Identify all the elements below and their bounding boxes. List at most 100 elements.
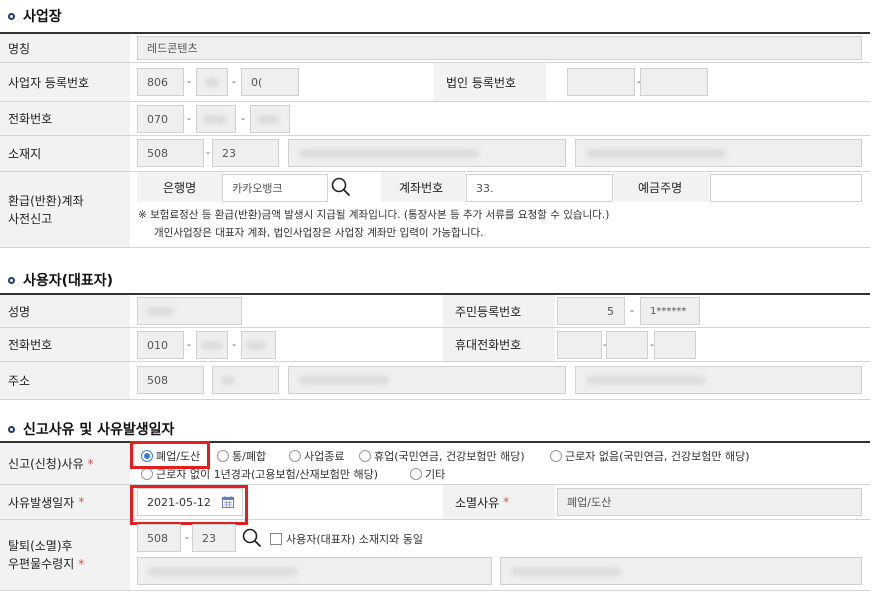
label-refund-account: 환급(반환)계좌 사전신고 xyxy=(0,172,130,247)
owner-name-field[interactable] xyxy=(137,297,242,325)
radio-icon[interactable] xyxy=(359,450,371,462)
mail-addr-line-field[interactable] xyxy=(137,557,492,585)
section-title-text: 신고사유 및 사유발생일자 xyxy=(23,422,175,438)
addr-detail-field[interactable] xyxy=(575,139,862,167)
radio-label: 휴업(국민연금, 건강보험만 해당) xyxy=(374,450,525,463)
label-mail-line2: 우편물수령지 xyxy=(8,557,75,571)
owner-phone-field-2[interactable] xyxy=(196,331,228,359)
radio-option-2[interactable]: 사업종료 xyxy=(289,448,344,464)
radio-option-4[interactable]: 근로자 없음(국민연금, 건강보험만 해당) xyxy=(550,448,750,464)
row-business-phone: 전화번호 070 - - xyxy=(0,102,870,136)
owner-addr-detail-field[interactable] xyxy=(575,366,862,394)
bullet-icon xyxy=(8,425,15,433)
radio-label: 기타 xyxy=(425,468,446,481)
mail-addr-detail-field[interactable] xyxy=(500,557,862,585)
owner-rrn-front[interactable]: 5 xyxy=(557,297,625,325)
regno-field-1[interactable]: 806 xyxy=(137,68,184,96)
phone-field-2[interactable] xyxy=(196,105,236,133)
addr-zip-field-1[interactable]: 508 xyxy=(137,139,204,167)
same-as-owner-checkbox[interactable]: 사용자(대표자) 소재지와 동일 xyxy=(270,531,423,547)
section-title-business: 사업장 xyxy=(8,6,62,26)
checkbox-icon[interactable] xyxy=(270,533,282,545)
same-as-owner-label: 사용자(대표자) 소재지와 동일 xyxy=(286,533,424,546)
owner-zip-field-1[interactable]: 508 xyxy=(137,366,204,394)
owner-mobile-field-3[interactable] xyxy=(654,331,696,359)
label-report-reason-text: 신고(신청)사유 xyxy=(8,457,84,471)
search-icon[interactable] xyxy=(330,176,352,198)
label-report-date: 사유발생일자 * xyxy=(0,485,130,519)
radio-icon[interactable] xyxy=(410,468,422,480)
radio-option-3[interactable]: 휴업(국민연금, 건강보험만 해당) xyxy=(359,448,525,464)
business-name-field[interactable]: 레드콘텐츠 xyxy=(137,36,862,60)
label-mail-line2-wrap: 우편물수령지 * xyxy=(8,557,85,571)
label-cancel-reason-text: 소멸사유 xyxy=(455,495,500,510)
owner-rrn-back[interactable]: 1****** xyxy=(640,297,700,325)
phone-field-3[interactable] xyxy=(250,105,290,133)
row-owner-name: 성명 주민등록번호 5 - 1****** xyxy=(0,295,870,328)
label-cancel-reason: 소멸사유 * xyxy=(443,485,555,519)
cancel-reason-field[interactable]: 폐업/도산 xyxy=(557,488,862,516)
label-refund-line1: 환급(반환)계좌 xyxy=(8,193,84,208)
radio-label: 근로자 없음(국민연금, 건강보험만 해당) xyxy=(565,450,750,463)
radio-icon[interactable] xyxy=(550,450,562,462)
bullet-icon xyxy=(8,12,15,20)
label-owner-address: 주소 xyxy=(0,362,130,399)
label-business-address: 소재지 xyxy=(0,136,130,171)
owner-mobile-field-2[interactable] xyxy=(606,331,648,359)
label-account-number: 계좌번호 xyxy=(381,172,465,202)
label-owner-rrn: 주민등록번호 xyxy=(443,295,555,327)
label-account-holder: 예금주명 xyxy=(614,172,709,202)
phone-field-1[interactable]: 070 xyxy=(137,105,184,133)
section-title-owner: 사용자(대표자) xyxy=(8,270,113,290)
owner-mobile-field-1[interactable] xyxy=(557,331,602,359)
mail-zip-field-2[interactable]: 23 xyxy=(192,524,236,552)
refund-notice-2: 개인사업장은 대표자 계좌, 법인사업장은 사업장 계좌만 입력이 가능합니다. xyxy=(154,227,484,239)
owner-addr-line-field[interactable] xyxy=(288,366,566,394)
highlight-annotation xyxy=(130,485,248,525)
account-holder-field[interactable] xyxy=(710,174,862,202)
label-owner-phone: 전화번호 xyxy=(0,328,130,361)
regno-field-3[interactable]: 0( xyxy=(241,68,299,96)
bank-name-field[interactable]: 카카오뱅크 xyxy=(222,174,328,202)
addr-line-field[interactable] xyxy=(288,139,566,167)
row-business-regno: 사업자 등록번호 806 - - 0( 법인 등록번호 - xyxy=(0,63,870,102)
label-owner-name: 성명 xyxy=(0,295,130,327)
radio-icon[interactable] xyxy=(141,468,153,480)
owner-phone-field-1[interactable]: 010 xyxy=(137,331,184,359)
radio-option-6[interactable]: 기타 xyxy=(410,466,445,482)
regno-field-2[interactable] xyxy=(196,68,228,96)
owner-zip-field-2[interactable] xyxy=(212,366,279,394)
label-business-name: 명칭 xyxy=(0,34,130,62)
refund-notice-1: ※ 보험료정산 등 환급(반환)금액 발생시 지급될 계좌입니다. (통장사본 … xyxy=(138,209,610,221)
label-report-reason: 신고(신청)사유 * xyxy=(0,443,130,484)
radio-icon[interactable] xyxy=(289,450,301,462)
row-business-address: 소재지 508 - 23 xyxy=(0,136,870,172)
corpno-field-2[interactable] xyxy=(640,68,708,96)
label-owner-mobile: 휴대전화번호 xyxy=(443,328,555,361)
corpno-field-1[interactable] xyxy=(567,68,635,96)
addr-zip-field-2[interactable]: 23 xyxy=(212,139,279,167)
label-mail-address: 탈퇴(소멸)후 우편물수령지 * xyxy=(0,520,130,590)
radio-label: 근로자 없이 1년경과(고용보험/산재보험만 해당) xyxy=(156,468,379,481)
label-corp-regno: 법인 등록번호 xyxy=(434,63,546,101)
row-mail-address: 탈퇴(소멸)후 우편물수령지 * 508 - 23 사용자(대표자) 소재지와 동… xyxy=(0,520,870,591)
row-refund-account: 환급(반환)계좌 사전신고 은행명 카카오뱅크 계좌번호 33. 예금주명 ※ … xyxy=(0,172,870,248)
label-business-regno: 사업자 등록번호 xyxy=(0,63,130,101)
label-business-phone: 전화번호 xyxy=(0,102,130,135)
row-business-name: 명칭 레드콘텐츠 xyxy=(0,34,870,63)
section-title-text: 사업장 xyxy=(23,9,62,25)
mail-zip-field-1[interactable]: 508 xyxy=(137,524,181,552)
label-refund-line2: 사전신고 xyxy=(8,211,53,226)
section-title-text: 사용자(대표자) xyxy=(23,273,114,289)
account-number-field[interactable]: 33. xyxy=(466,174,613,202)
radio-icon[interactable] xyxy=(217,450,229,462)
search-icon[interactable] xyxy=(241,527,263,549)
label-mail-line1: 탈퇴(소멸)후 xyxy=(8,539,73,553)
radio-option-1[interactable]: 통/폐합 xyxy=(217,448,266,464)
owner-phone-field-3[interactable] xyxy=(241,331,276,359)
bullet-icon xyxy=(8,276,15,284)
label-bank-name: 은행명 xyxy=(137,172,223,202)
label-report-date-text: 사유발생일자 xyxy=(8,495,75,510)
row-owner-phone: 전화번호 010 - - 휴대전화번호 - - xyxy=(0,328,870,362)
radio-label: 통/폐합 xyxy=(232,450,267,463)
